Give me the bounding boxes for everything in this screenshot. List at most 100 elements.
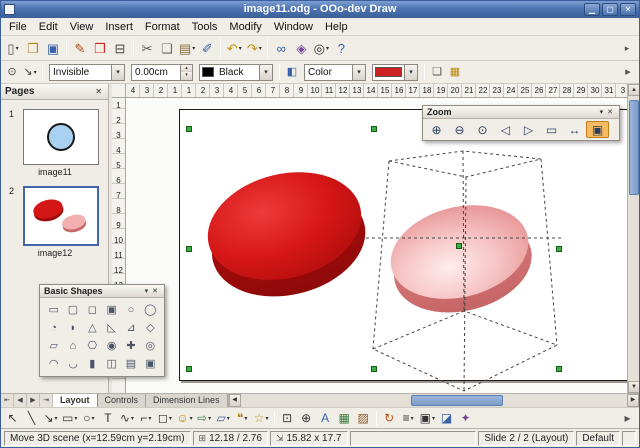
close-icon[interactable]: ✕: [93, 87, 104, 96]
arrow-style[interactable]: ↘▾: [21, 63, 39, 81]
menu-item[interactable]: Insert: [99, 20, 139, 34]
scroll-right-icon[interactable]: ▶: [627, 394, 639, 407]
toolbar-options-button[interactable]: ▸: [617, 38, 637, 59]
line-color-select[interactable]: Black ▾: [199, 64, 273, 81]
print[interactable]: ⊟▾: [110, 38, 130, 59]
basic-shapes-palette-header[interactable]: Basic Shapes ▾ ✕: [40, 285, 164, 298]
page-thumbnail-2[interactable]: 2: [23, 186, 100, 246]
chevron-down-icon[interactable]: ▾: [111, 65, 124, 80]
shape-rounded-rectangle[interactable]: ▢: [63, 301, 82, 319]
menu-item[interactable]: File: [3, 20, 33, 34]
open[interactable]: ❐▾: [23, 38, 43, 59]
shape-circle-pie[interactable]: ◔: [44, 319, 63, 337]
save[interactable]: ▣▾: [43, 38, 63, 59]
chevron-down-icon[interactable]: ▾: [259, 65, 272, 80]
arrange[interactable]: ▣▾: [418, 409, 437, 427]
menu-item[interactable]: Help: [319, 20, 354, 34]
zoom-entire-page[interactable]: ▭▾: [540, 121, 563, 138]
line-style-select[interactable]: Invisible ▾: [49, 64, 125, 81]
shape-ring[interactable]: ◎: [141, 337, 160, 355]
rectangle-tool[interactable]: ▭▾: [60, 409, 79, 427]
gallery[interactable]: ▨▾: [354, 409, 373, 427]
zoom-out[interactable]: ⊖▾: [448, 121, 471, 138]
page[interactable]: [179, 109, 627, 381]
export-pdf[interactable]: ❒▾: [90, 38, 110, 59]
callouts[interactable]: ❝▾: [233, 409, 252, 427]
shape-cross[interactable]: ✚: [121, 337, 140, 355]
basic-shapes[interactable]: ◻▾: [155, 409, 174, 427]
line-width-input[interactable]: 0.00cm ▴▾: [131, 64, 193, 81]
slide-indicator[interactable]: Slide 2 / 2 (Layout): [478, 431, 574, 446]
interaction[interactable]: ✦▾: [456, 409, 475, 427]
rotate[interactable]: ↻▾: [380, 409, 399, 427]
paste[interactable]: ▤▾: [177, 38, 197, 59]
shape-circle-segment[interactable]: ◗: [63, 319, 82, 337]
object-zoom[interactable]: ▣▾: [586, 121, 609, 138]
toolbar-options-button[interactable]: ▸: [619, 63, 637, 81]
new-document[interactable]: ▯▾: [3, 38, 23, 59]
zoom-100[interactable]: ⊙▾: [471, 121, 494, 138]
connector-tool[interactable]: ⌐▾: [136, 409, 155, 427]
palette-menu-icon[interactable]: ▾: [598, 108, 606, 116]
menu-item[interactable]: Format: [139, 20, 186, 34]
close-icon[interactable]: ✕: [150, 287, 160, 295]
drawing-canvas[interactable]: Zoom ▾ ✕ ⊕▾ ⊖▾ ⊙▾ ◁▾ ▷▾ ▭▾ ↔▾ ▣▾: [126, 98, 627, 393]
ellipse-tool[interactable]: ○▾: [79, 409, 98, 427]
horizontal-scrollbar-thumb[interactable]: [411, 395, 504, 406]
close-icon[interactable]: ✕: [605, 108, 615, 116]
spinner-buttons[interactable]: ▴▾: [180, 65, 192, 80]
selection-handle[interactable]: [186, 246, 192, 252]
format-paintbrush[interactable]: ✐▾: [197, 38, 217, 59]
navigator[interactable]: ◈▾: [291, 38, 311, 59]
maximize-button[interactable]: ▢: [602, 3, 618, 16]
shape-frame[interactable]: ▣: [141, 355, 160, 373]
edit-points[interactable]: ⊙▾: [3, 63, 21, 81]
line[interactable]: ╲▾: [22, 409, 41, 427]
selection-handle[interactable]: [371, 366, 377, 372]
spinner-up-icon[interactable]: ▴: [181, 65, 192, 73]
zoom[interactable]: ◎▾: [311, 38, 331, 59]
edit-points-toggle[interactable]: ⊡▾: [278, 409, 297, 427]
menu-item[interactable]: Tools: [186, 20, 224, 34]
shape-arc[interactable]: ◡: [63, 355, 82, 373]
shape-hexagon[interactable]: ⎔: [83, 337, 102, 355]
curve-tool[interactable]: ∿▾: [117, 409, 136, 427]
cut[interactable]: ✂▾: [137, 38, 157, 59]
tab-controls[interactable]: Controls: [98, 394, 147, 407]
copy[interactable]: ❏▾: [157, 38, 177, 59]
help[interactable]: ?▾: [331, 38, 351, 59]
block-arrows[interactable]: ⇨▾: [195, 409, 214, 427]
glue-points[interactable]: ⊕▾: [297, 409, 316, 427]
horizontal-ruler[interactable]: 4 3 2 1 1 2 3 4 5 6 7 8 9 10 11 12 13 14…: [126, 84, 627, 98]
scroll-down-icon[interactable]: ▼: [628, 381, 640, 393]
selection-handle[interactable]: [186, 366, 192, 372]
arrow-line[interactable]: ↘▾: [41, 409, 60, 427]
menu-item[interactable]: Window: [268, 20, 319, 34]
last-tab-button[interactable]: ⇥: [40, 394, 53, 407]
shape-diamond[interactable]: ◇: [141, 319, 160, 337]
area-dialog[interactable]: ◧: [283, 63, 301, 81]
shape-triangle[interactable]: △: [83, 319, 102, 337]
fill-color-select[interactable]: ▾: [372, 64, 418, 81]
chevron-down-icon[interactable]: ▾: [404, 65, 417, 80]
shape-right-triangle[interactable]: ◺: [102, 319, 121, 337]
stars-banners[interactable]: ☆▾: [252, 409, 271, 427]
menu-item[interactable]: View: [64, 20, 100, 34]
insert-picture-from-file[interactable]: ▦▾: [335, 409, 354, 427]
menu-item[interactable]: Modify: [223, 20, 267, 34]
select[interactable]: ↖▾: [3, 409, 22, 427]
fontwork-gallery[interactable]: A▾: [316, 409, 335, 427]
previous-tab-button[interactable]: ◀: [14, 394, 27, 407]
zoom-previous[interactable]: ◁▾: [494, 121, 517, 138]
palette-menu-icon[interactable]: ▾: [143, 287, 151, 295]
shape-ellipse[interactable]: ◯: [141, 301, 160, 319]
page-thumbnail-1[interactable]: 1: [23, 109, 100, 165]
shape-trapezoid[interactable]: ⊿: [121, 319, 140, 337]
zoom-page-width[interactable]: ↔▾: [563, 121, 586, 138]
minimize-button[interactable]: ▁: [584, 3, 600, 16]
scroll-up-icon[interactable]: ▲: [628, 84, 640, 96]
shape-rounded-square[interactable]: ▣: [102, 301, 121, 319]
alignment[interactable]: ≡▾: [399, 409, 418, 427]
horizontal-scrollbar-track[interactable]: [241, 394, 627, 407]
flowcharts[interactable]: ▱▾: [214, 409, 233, 427]
